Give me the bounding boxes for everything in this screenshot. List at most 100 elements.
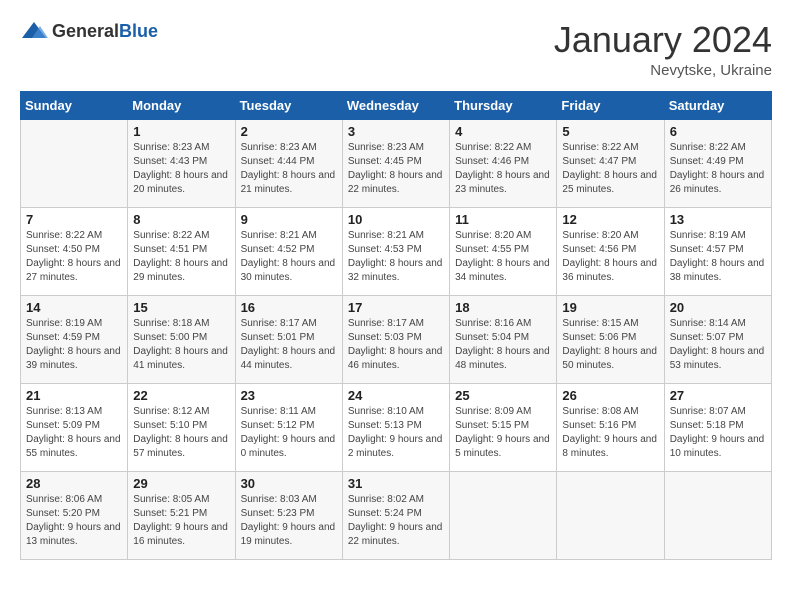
calendar-weekday: Monday <box>128 91 235 119</box>
header: GeneralBlue January 2024 Nevytske, Ukrai… <box>20 20 772 79</box>
calendar-cell: 23 Sunrise: 8:11 AM Sunset: 5:12 PM Dayli… <box>235 383 342 471</box>
day-info: Sunrise: 8:23 AM Sunset: 4:43 PM Dayligh… <box>133 141 229 197</box>
calendar-week-row: 7 Sunrise: 8:22 AM Sunset: 4:50 PM Daylig… <box>21 207 772 295</box>
calendar-week-row: 28 Sunrise: 8:06 AM Sunset: 5:20 PM Dayli… <box>21 471 772 559</box>
calendar-week-row: 21 Sunrise: 8:13 AM Sunset: 5:09 PM Dayli… <box>21 383 772 471</box>
calendar-cell: 9 Sunrise: 8:21 AM Sunset: 4:52 PM Daylig… <box>235 207 342 295</box>
day-info: Sunrise: 8:21 AM Sunset: 4:52 PM Dayligh… <box>241 229 337 285</box>
day-number: 22 <box>133 388 229 403</box>
day-number: 1 <box>133 124 229 139</box>
calendar-weekday: Saturday <box>664 91 771 119</box>
day-info: Sunrise: 8:21 AM Sunset: 4:53 PM Dayligh… <box>348 229 444 285</box>
day-info: Sunrise: 8:22 AM Sunset: 4:50 PM Dayligh… <box>26 229 122 285</box>
calendar-cell <box>557 471 664 559</box>
day-info: Sunrise: 8:07 AM Sunset: 5:18 PM Dayligh… <box>670 405 766 461</box>
calendar-cell: 29Sunrise: 8:05 AM Sunset: 5:21 PM Dayli… <box>128 471 235 559</box>
day-number: 9 <box>241 212 337 227</box>
calendar-cell: 2 Sunrise: 8:23 AM Sunset: 4:44 PM Daylig… <box>235 119 342 207</box>
day-info: Sunrise: 8:22 AM Sunset: 4:49 PM Dayligh… <box>670 141 766 197</box>
day-info: Sunrise: 8:05 AM Sunset: 5:21 PM Dayligh… <box>133 493 229 549</box>
logo-text: GeneralBlue <box>52 21 158 42</box>
day-number: 31 <box>348 476 444 491</box>
calendar-cell: 5Sunrise: 8:22 AM Sunset: 4:47 PM Daylig… <box>557 119 664 207</box>
day-number: 18 <box>455 300 551 315</box>
calendar-cell: 31Sunrise: 8:02 AM Sunset: 5:24 PM Dayli… <box>342 471 449 559</box>
day-number: 14 <box>26 300 122 315</box>
calendar-cell: 25 Sunrise: 8:09 AM Sunset: 5:15 PM Dayli… <box>450 383 557 471</box>
calendar-week-row: 14 Sunrise: 8:19 AM Sunset: 4:59 PM Dayli… <box>21 295 772 383</box>
logo-general: General <box>52 21 119 41</box>
day-number: 3 <box>348 124 444 139</box>
day-info: Sunrise: 8:11 AM Sunset: 5:12 PM Dayligh… <box>241 405 337 461</box>
day-number: 10 <box>348 212 444 227</box>
day-info: Sunrise: 8:19 AM Sunset: 4:59 PM Dayligh… <box>26 317 122 373</box>
day-number: 27 <box>670 388 766 403</box>
calendar-weekday: Sunday <box>21 91 128 119</box>
day-info: Sunrise: 8:08 AM Sunset: 5:16 PM Dayligh… <box>562 405 658 461</box>
day-info: Sunrise: 8:17 AM Sunset: 5:03 PM Dayligh… <box>348 317 444 373</box>
calendar: SundayMondayTuesdayWednesdayThursdayFrid… <box>20 91 772 560</box>
day-info: Sunrise: 8:23 AM Sunset: 4:45 PM Dayligh… <box>348 141 444 197</box>
calendar-cell: 16Sunrise: 8:17 AM Sunset: 5:01 PM Dayli… <box>235 295 342 383</box>
day-number: 20 <box>670 300 766 315</box>
calendar-cell: 22Sunrise: 8:12 AM Sunset: 5:10 PM Dayli… <box>128 383 235 471</box>
calendar-cell: 1 Sunrise: 8:23 AM Sunset: 4:43 PM Daylig… <box>128 119 235 207</box>
calendar-cell: 3 Sunrise: 8:23 AM Sunset: 4:45 PM Daylig… <box>342 119 449 207</box>
month-title: January 2024 <box>554 20 772 60</box>
day-info: Sunrise: 8:14 AM Sunset: 5:07 PM Dayligh… <box>670 317 766 373</box>
day-number: 4 <box>455 124 551 139</box>
calendar-cell <box>21 119 128 207</box>
day-number: 19 <box>562 300 658 315</box>
day-number: 17 <box>348 300 444 315</box>
day-number: 2 <box>241 124 337 139</box>
calendar-weekday: Thursday <box>450 91 557 119</box>
day-number: 6 <box>670 124 766 139</box>
calendar-cell: 30 Sunrise: 8:03 AM Sunset: 5:23 PM Dayli… <box>235 471 342 559</box>
calendar-week-row: 1 Sunrise: 8:23 AM Sunset: 4:43 PM Daylig… <box>21 119 772 207</box>
day-info: Sunrise: 8:17 AM Sunset: 5:01 PM Dayligh… <box>241 317 337 373</box>
calendar-cell: 13Sunrise: 8:19 AM Sunset: 4:57 PM Dayli… <box>664 207 771 295</box>
day-info: Sunrise: 8:13 AM Sunset: 5:09 PM Dayligh… <box>26 405 122 461</box>
logo-icon <box>20 20 48 42</box>
calendar-cell: 14 Sunrise: 8:19 AM Sunset: 4:59 PM Dayli… <box>21 295 128 383</box>
day-number: 25 <box>455 388 551 403</box>
day-info: Sunrise: 8:22 AM Sunset: 4:46 PM Dayligh… <box>455 141 551 197</box>
day-info: Sunrise: 8:03 AM Sunset: 5:23 PM Dayligh… <box>241 493 337 549</box>
calendar-cell: 21 Sunrise: 8:13 AM Sunset: 5:09 PM Dayli… <box>21 383 128 471</box>
location-title: Nevytske, Ukraine <box>554 62 772 79</box>
day-number: 30 <box>241 476 337 491</box>
calendar-cell: 19 Sunrise: 8:15 AM Sunset: 5:06 PM Dayli… <box>557 295 664 383</box>
day-number: 13 <box>670 212 766 227</box>
calendar-cell: 15Sunrise: 8:18 AM Sunset: 5:00 PM Dayli… <box>128 295 235 383</box>
calendar-cell: 17 Sunrise: 8:17 AM Sunset: 5:03 PM Dayli… <box>342 295 449 383</box>
calendar-weekday: Wednesday <box>342 91 449 119</box>
calendar-cell: 8Sunrise: 8:22 AM Sunset: 4:51 PM Daylig… <box>128 207 235 295</box>
calendar-cell: 28 Sunrise: 8:06 AM Sunset: 5:20 PM Dayli… <box>21 471 128 559</box>
day-info: Sunrise: 8:15 AM Sunset: 5:06 PM Dayligh… <box>562 317 658 373</box>
calendar-cell: 11 Sunrise: 8:20 AM Sunset: 4:55 PM Dayli… <box>450 207 557 295</box>
day-info: Sunrise: 8:23 AM Sunset: 4:44 PM Dayligh… <box>241 141 337 197</box>
day-number: 11 <box>455 212 551 227</box>
calendar-weekday: Friday <box>557 91 664 119</box>
day-info: Sunrise: 8:09 AM Sunset: 5:15 PM Dayligh… <box>455 405 551 461</box>
day-number: 26 <box>562 388 658 403</box>
day-number: 21 <box>26 388 122 403</box>
calendar-cell: 20 Sunrise: 8:14 AM Sunset: 5:07 PM Dayli… <box>664 295 771 383</box>
day-info: Sunrise: 8:20 AM Sunset: 4:55 PM Dayligh… <box>455 229 551 285</box>
calendar-cell <box>450 471 557 559</box>
calendar-cell: 6 Sunrise: 8:22 AM Sunset: 4:49 PM Daylig… <box>664 119 771 207</box>
day-number: 7 <box>26 212 122 227</box>
calendar-header-row: SundayMondayTuesdayWednesdayThursdayFrid… <box>21 91 772 119</box>
day-info: Sunrise: 8:18 AM Sunset: 5:00 PM Dayligh… <box>133 317 229 373</box>
day-info: Sunrise: 8:06 AM Sunset: 5:20 PM Dayligh… <box>26 493 122 549</box>
day-number: 28 <box>26 476 122 491</box>
page: GeneralBlue January 2024 Nevytske, Ukrai… <box>0 0 792 612</box>
calendar-cell: 26 Sunrise: 8:08 AM Sunset: 5:16 PM Dayli… <box>557 383 664 471</box>
logo: GeneralBlue <box>20 20 158 42</box>
calendar-cell: 7 Sunrise: 8:22 AM Sunset: 4:50 PM Daylig… <box>21 207 128 295</box>
logo-blue: Blue <box>119 21 158 41</box>
title-area: January 2024 Nevytske, Ukraine <box>554 20 772 79</box>
day-number: 23 <box>241 388 337 403</box>
calendar-weekday: Tuesday <box>235 91 342 119</box>
calendar-cell: 18Sunrise: 8:16 AM Sunset: 5:04 PM Dayli… <box>450 295 557 383</box>
